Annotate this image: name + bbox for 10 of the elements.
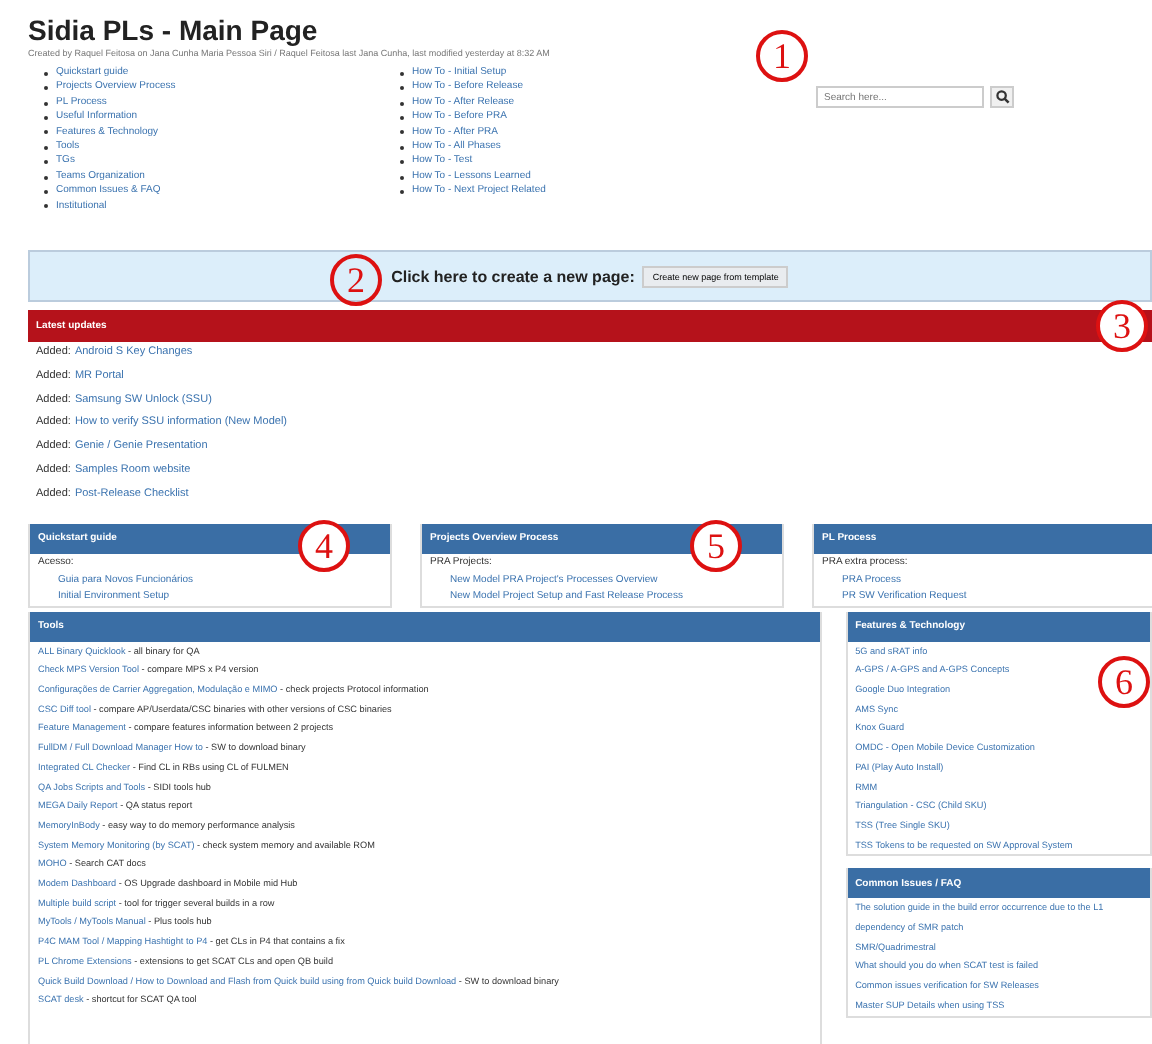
number-callout: 2 — [330, 254, 382, 306]
number-callout: 1 — [756, 30, 808, 82]
number-callout: 5 — [690, 519, 742, 572]
search-icon — [995, 90, 1009, 104]
number-callout: 4 — [298, 519, 350, 572]
create-label: Click here to create a new page: — [391, 267, 635, 285]
search-button[interactable] — [990, 86, 1014, 108]
page-title: Sidia PLs - Main Page — [28, 12, 320, 48]
number-callout: 6 — [1098, 655, 1150, 708]
number-callout: 3 — [1096, 300, 1148, 352]
